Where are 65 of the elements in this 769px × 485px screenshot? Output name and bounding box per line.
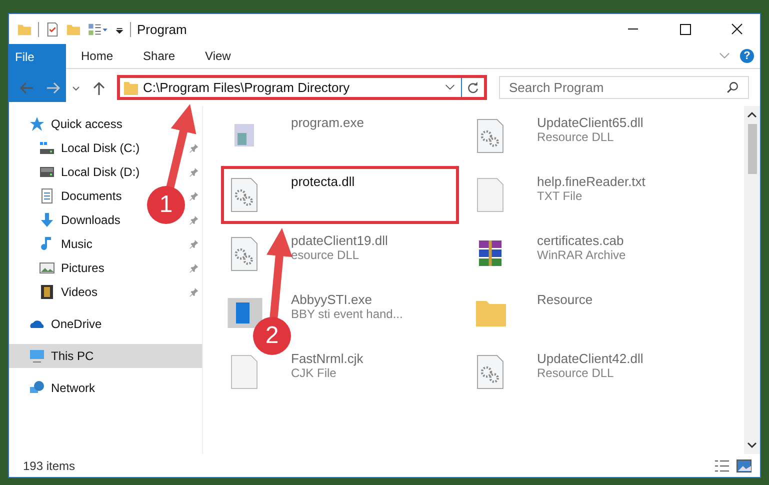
star-icon [29,116,45,132]
file-name[interactable]: help.fineReader.txt [537,174,646,189]
pin-icon[interactable] [189,191,199,201]
drive-icon [39,164,55,180]
file-name[interactable]: FastNrml.cjk [291,351,364,366]
folder-icon [123,80,139,96]
pin-icon[interactable] [189,287,199,297]
search-field[interactable]: Search Program [499,76,749,99]
ribbon-tab[interactable]: View [190,44,246,68]
properties-icon[interactable] [45,22,60,36]
ribbon-tab[interactable]: Share [128,44,190,68]
file-tab[interactable]: File [9,44,66,102]
picture-icon [39,260,55,276]
forward-icon[interactable] [45,80,61,96]
file-type: TXT File [537,189,584,203]
document-icon [39,188,55,204]
file-name[interactable]: pdateClient19.dll [291,233,388,248]
ribbon-tab[interactable]: Home [66,44,128,68]
pin-icon[interactable] [189,143,199,153]
sidebar-item[interactable]: Downloads [61,213,120,227]
sidebar-item[interactable]: OneDrive [9,312,202,336]
expand-ribbon-icon[interactable] [719,52,730,60]
sidebar-item[interactable]: Music [61,237,92,251]
refresh-icon[interactable] [466,80,480,94]
file-type: WinRAR Archive [537,248,626,262]
file-type: Resource DLL [537,130,615,144]
sidebar-item[interactable]: Quick access [9,112,202,136]
down-arrow-icon [39,212,55,228]
file-name[interactable]: Resource [537,292,593,307]
large-icons-view-icon[interactable] [736,458,752,472]
pin-icon[interactable] [189,215,199,225]
file-type: Resource DLL [537,366,615,380]
drive-icon [39,140,55,156]
sidebar-item[interactable]: Local Disk (C:) [61,141,140,155]
dropdown-caret-icon[interactable] [445,84,455,91]
network-icon [29,380,45,396]
file-name[interactable]: UpdateClient65.dll [537,115,644,130]
file-type: CJK File [291,366,338,380]
film-icon [39,284,55,300]
scroll-thumb[interactable] [748,124,756,174]
window-title: Program [137,22,187,36]
file-type: esource DLL [291,248,360,262]
sidebar-item[interactable]: Pictures [61,261,104,275]
details-view-icon[interactable] [714,458,730,472]
file-name[interactable]: program.exe [291,115,364,130]
file-name[interactable]: protecta.dll [291,174,355,189]
search-icon[interactable] [726,81,739,94]
sidebar-item[interactable]: This PC [9,344,202,368]
sidebar-item[interactable]: Network [9,376,202,400]
file-name[interactable]: UpdateClient42.dll [537,351,644,366]
file-type: BBY sti event hand... [291,307,403,321]
file-name[interactable]: certificates.cab [537,233,626,248]
pin-icon[interactable] [189,167,199,177]
item-count: 193 items [23,458,76,472]
view-menu-icon[interactable] [87,22,109,36]
sidebar-item[interactable]: Videos [61,285,98,299]
pin-icon[interactable] [189,239,199,249]
file-name[interactable]: AbbyySTI.exe [291,292,403,307]
pin-icon[interactable] [189,263,199,273]
help-button[interactable]: ? [740,49,754,63]
sidebar-item[interactable]: Documents [61,189,122,203]
monitor-icon [29,348,45,364]
up-icon[interactable] [91,80,107,96]
address-bar[interactable]: C:\Program Files\Program Directory [117,75,487,100]
sidebar-item[interactable]: Local Disk (D:) [61,165,140,179]
